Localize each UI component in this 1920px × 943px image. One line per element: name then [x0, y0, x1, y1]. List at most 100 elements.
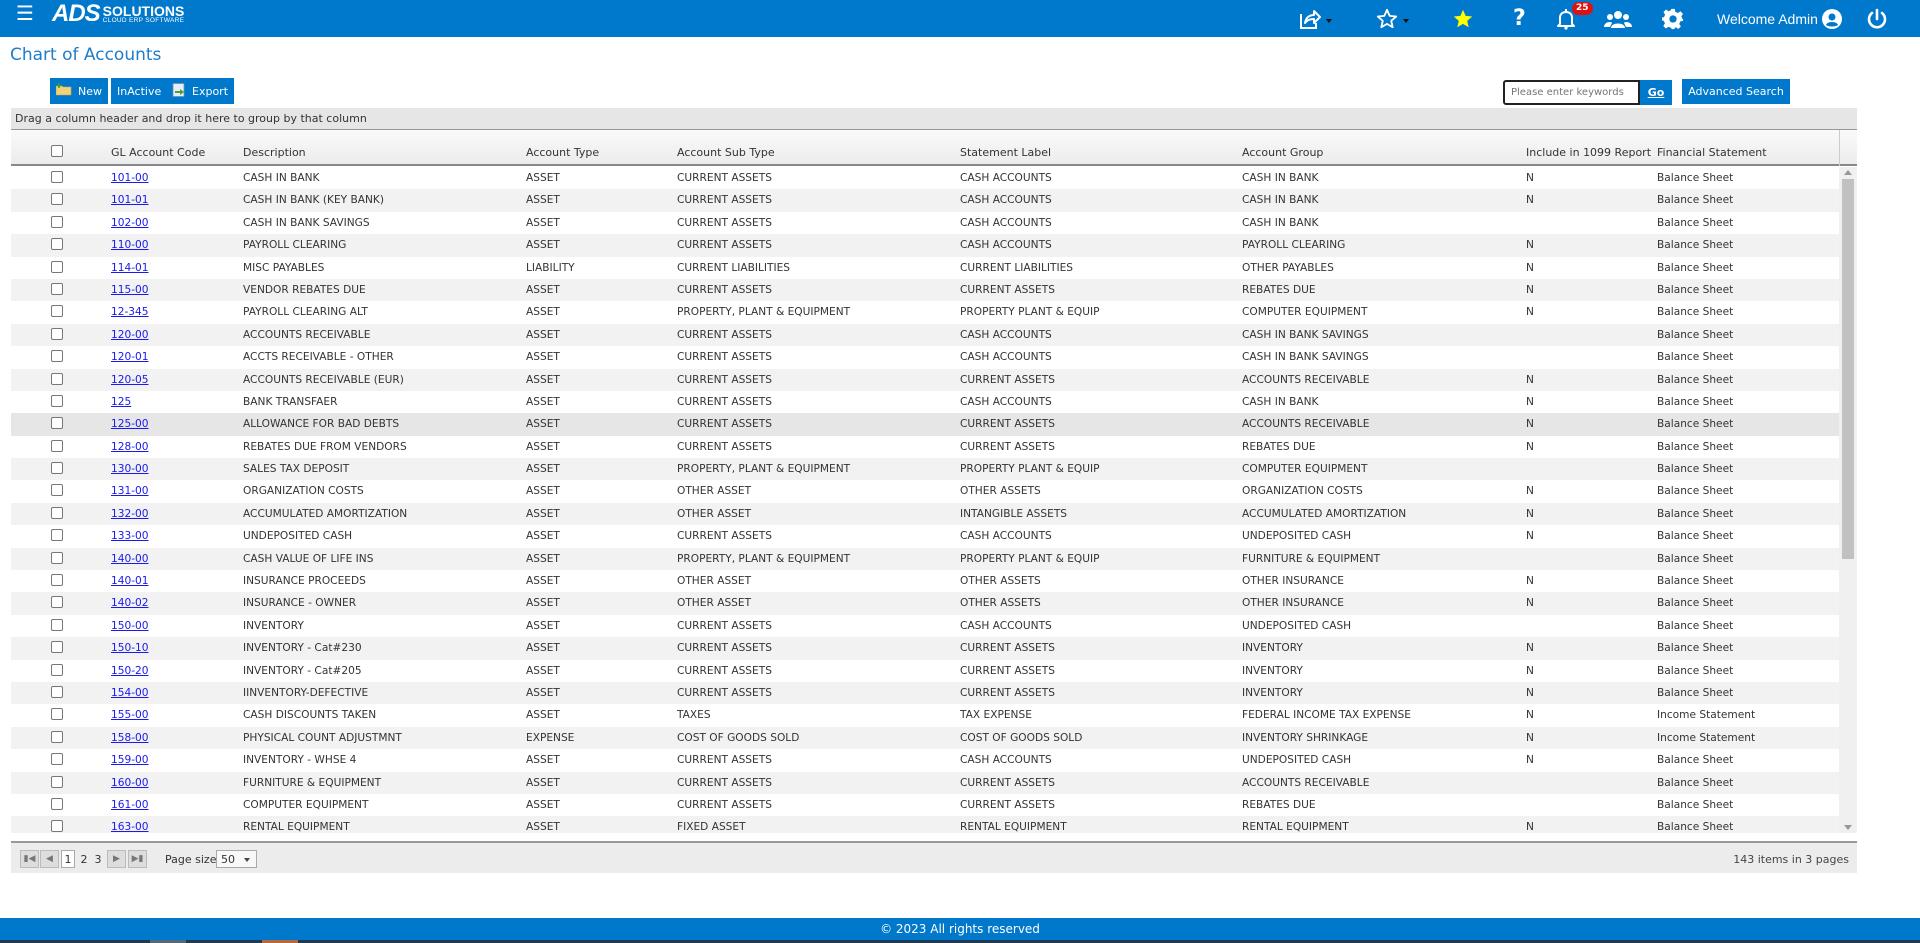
inactive-button[interactable]: InActive — [111, 78, 168, 104]
export-button[interactable]: Export — [166, 78, 235, 104]
table-row[interactable]: 120-00 ACCOUNTS RECEIVABLE ASSET CURRENT AS… — [11, 323, 1839, 347]
table-row[interactable]: 120-05 ACCOUNTS RECEIVABLE (EUR) ASSET CURR… — [11, 368, 1839, 391]
row-select-checkbox[interactable] — [51, 730, 63, 746]
table-row[interactable]: 150-00 INVENTORY ASSET CURRENT ASSETS CASH A… — [11, 615, 1839, 637]
account-code-link[interactable]: 159-00 — [111, 754, 149, 766]
account-code-link[interactable]: 132-00 — [111, 508, 149, 520]
table-row[interactable]: 12-345 PAYROLL CLEARING ALT ASSET PROPERTY,… — [11, 301, 1839, 323]
row-select-checkbox[interactable] — [51, 462, 63, 477]
account-code-link[interactable]: 120-00 — [111, 329, 149, 341]
column-header-account-type[interactable]: Account Type — [526, 146, 599, 159]
user-menu[interactable]: Welcome Admin — [1717, 0, 1842, 37]
scroll-down-arrow-icon[interactable] — [1844, 825, 1852, 830]
account-code-link[interactable]: 161-00 — [111, 799, 149, 811]
account-code-link[interactable]: 155-00 — [111, 709, 149, 721]
row-select-checkbox[interactable] — [51, 663, 63, 679]
table-row[interactable]: 161-00 COMPUTER EQUIPMENT ASSET CURRENT ASS… — [11, 794, 1839, 816]
table-row[interactable]: 133-00 UNDEPOSITED CASH ASSET CURRENT ASSET… — [11, 525, 1839, 547]
row-select-checkbox[interactable] — [51, 618, 63, 634]
users-button[interactable] — [1604, 0, 1632, 37]
table-row[interactable]: 101-00 CASH IN BANK ASSET CURRENT ASSETS CAS… — [11, 167, 1839, 189]
account-code-link[interactable]: 125 — [111, 396, 131, 408]
account-code-link[interactable]: 120-01 — [111, 351, 149, 363]
keyword-search-input[interactable] — [1503, 80, 1640, 105]
table-row[interactable]: 125-00 ALLOWANCE FOR BAD DEBTS ASSET CURREN… — [11, 413, 1839, 436]
table-row[interactable]: 159-00 INVENTORY - WHSE 4 ASSET CURRENT ASS… — [11, 749, 1839, 771]
row-select-checkbox[interactable] — [51, 372, 63, 388]
new-button[interactable]: New — [50, 78, 108, 104]
column-header-account-sub-type[interactable]: Account Sub Type — [677, 146, 775, 159]
table-row[interactable]: 140-00 CASH VALUE OF LIFE INS ASSET PROPERT… — [11, 547, 1839, 571]
row-select-checkbox[interactable] — [51, 282, 63, 298]
help-button[interactable]: ? — [1513, 0, 1526, 37]
row-select-checkbox[interactable] — [51, 238, 63, 253]
column-header-include-1099[interactable]: Include in 1099 Report — [1526, 146, 1651, 159]
account-code-link[interactable]: 140-01 — [111, 575, 149, 587]
account-code-link[interactable]: 158-00 — [111, 732, 149, 744]
settings-button[interactable] — [1662, 0, 1684, 37]
row-select-checkbox[interactable] — [51, 596, 63, 611]
table-row[interactable]: 140-02 INSURANCE - OWNER ASSET OTHER ASSET O… — [11, 592, 1839, 615]
account-code-link[interactable]: 131-00 — [111, 485, 149, 497]
add-favorite-button[interactable] — [1451, 0, 1475, 37]
select-all-checkbox[interactable] — [51, 145, 63, 160]
row-select-checkbox[interactable] — [51, 641, 63, 656]
account-code-link[interactable]: 163-00 — [111, 821, 149, 833]
row-select-checkbox[interactable] — [51, 685, 63, 701]
account-code-link[interactable]: 160-00 — [111, 777, 149, 789]
table-row[interactable]: 130-00 SALES TAX DEPOSIT ASSET PROPERTY, PL… — [11, 458, 1839, 481]
account-code-link[interactable]: 140-00 — [111, 553, 149, 565]
table-row[interactable]: 132-00 ACCUMULATED AMORTIZATION ASSET OTHER… — [11, 502, 1839, 526]
account-code-link[interactable]: 12-345 — [111, 306, 149, 318]
table-row[interactable]: 101-01 CASH IN BANK (KEY BANK) ASSET CURREN… — [11, 189, 1839, 212]
table-row[interactable]: 115-00 VENDOR REBATES DUE ASSET CURRENT ASS… — [11, 278, 1839, 302]
next-page-button[interactable]: ▶ — [107, 850, 126, 868]
row-select-checkbox[interactable] — [51, 551, 63, 567]
row-select-checkbox[interactable] — [51, 171, 63, 186]
account-code-link[interactable]: 110-00 — [111, 239, 149, 251]
page-1-button[interactable]: 1 — [61, 850, 75, 868]
group-by-drop-zone[interactable]: Drag a column header and drop it here to… — [11, 108, 1857, 130]
last-page-button[interactable]: ▶▮ — [128, 850, 147, 868]
row-select-checkbox[interactable] — [51, 529, 63, 544]
row-select-checkbox[interactable] — [51, 417, 63, 432]
account-code-link[interactable]: 133-00 — [111, 530, 149, 542]
logout-button[interactable] — [1866, 0, 1888, 37]
row-select-checkbox[interactable] — [51, 708, 63, 723]
account-code-link[interactable]: 115-00 — [111, 284, 149, 296]
account-code-link[interactable]: 114-01 — [111, 262, 149, 274]
row-select-checkbox[interactable] — [51, 574, 63, 589]
table-row[interactable]: 155-00 CASH DISCOUNTS TAKEN ASSET TAXES TAX … — [11, 704, 1839, 726]
table-row[interactable]: 160-00 FURNITURE & EQUIPMENT ASSET CURRENT … — [11, 771, 1839, 794]
row-select-checkbox[interactable] — [51, 193, 63, 208]
page-size-select[interactable]: 50 — [216, 850, 257, 868]
account-code-link[interactable]: 102-00 — [111, 217, 149, 229]
row-select-checkbox[interactable] — [51, 439, 63, 455]
table-row[interactable]: 125 BANK TRANSFAER ASSET CURRENT ASSETS CASH… — [11, 391, 1839, 413]
row-select-checkbox[interactable] — [51, 394, 63, 410]
table-row[interactable]: 120-01 ACCTS RECEIVABLE - OTHER ASSET CURRE… — [11, 346, 1839, 368]
account-code-link[interactable]: 140-02 — [111, 597, 149, 609]
row-select-checkbox[interactable] — [51, 350, 63, 365]
account-code-link[interactable]: 101-01 — [111, 194, 149, 206]
row-select-checkbox[interactable] — [51, 215, 63, 231]
table-row[interactable]: 150-10 INVENTORY - Cat#230 ASSET CURRENT AS… — [11, 637, 1839, 660]
table-row[interactable]: 140-01 INSURANCE PROCEEDS ASSET OTHER ASSET… — [11, 570, 1839, 592]
account-code-link[interactable]: 150-20 — [111, 665, 149, 677]
notifications-button[interactable]: 25 — [1556, 0, 1593, 37]
account-code-link[interactable]: 101-00 — [111, 172, 149, 184]
table-row[interactable]: 163-00 RENTAL EQUIPMENT ASSET FIXED ASSET RE… — [11, 816, 1839, 833]
column-header-financial-statement[interactable]: Financial Statement — [1657, 146, 1767, 159]
row-select-checkbox[interactable] — [51, 484, 63, 499]
row-select-checkbox[interactable] — [51, 797, 63, 813]
previous-page-button[interactable]: ◀ — [40, 850, 59, 868]
table-row[interactable]: 158-00 PHYSICAL COUNT ADJUSTMNT EXPENSE COS… — [11, 726, 1839, 750]
table-row[interactable]: 154-00 IINVENTORY-DEFECTIVE ASSET CURRENT A… — [11, 681, 1839, 705]
row-select-checkbox[interactable] — [51, 506, 63, 522]
table-row[interactable]: 131-00 ORGANIZATION COSTS ASSET OTHER ASSET… — [11, 480, 1839, 502]
table-row[interactable]: 110-00 PAYROLL CLEARING ASSET CURRENT ASSET… — [11, 234, 1839, 257]
search-go-button[interactable]: Go — [1640, 80, 1672, 105]
column-header-account-group[interactable]: Account Group — [1242, 146, 1323, 159]
table-row[interactable]: 128-00 REBATES DUE FROM VENDORS ASSET CURRE… — [11, 436, 1839, 458]
account-code-link[interactable]: 150-00 — [111, 620, 149, 632]
